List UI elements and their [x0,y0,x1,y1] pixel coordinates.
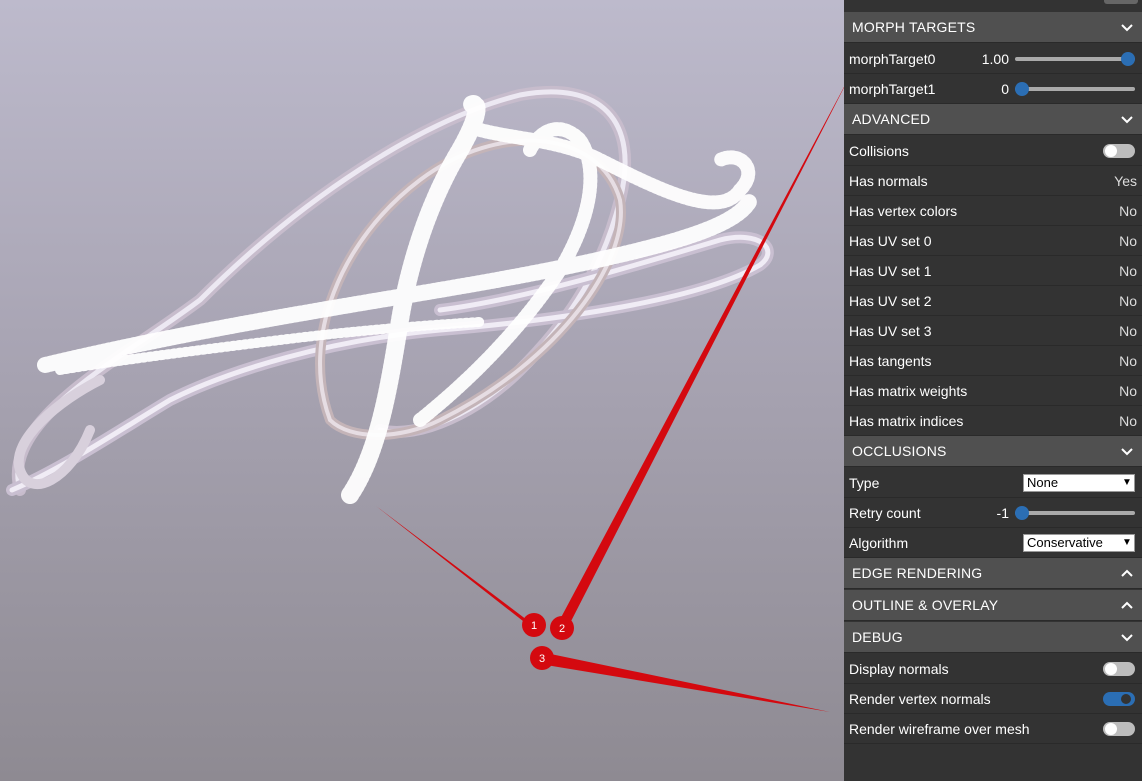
retry-count-label: Retry count [849,504,921,521]
section-title: MORPH TARGETS [852,19,976,35]
prop-row: Has UV set 3 No [844,316,1142,346]
select-value: Conservative [1027,535,1103,550]
section-title: OCCLUSIONS [852,443,947,459]
morph-target-slider[interactable] [1015,81,1135,96]
prop-value: No [1119,262,1137,279]
debug-label: Render vertex normals [849,690,991,707]
prop-row: Has normals Yes [844,166,1142,196]
chevron-up-icon[interactable] [1120,598,1134,612]
morph-target-label: morphTarget1 [849,80,936,97]
debug-row-render-vertex-normals: Render vertex normals [844,684,1142,714]
dropdown-arrow-icon: ▼ [1122,537,1132,548]
debug-row-render-wireframe: Render wireframe over mesh [844,714,1142,744]
algorithm-row: Algorithm Conservative ▼ [844,528,1142,558]
chevron-down-icon[interactable] [1120,630,1134,644]
render-wireframe-toggle[interactable] [1103,721,1135,736]
section-title: DEBUG [852,629,903,645]
3d-viewport[interactable]: 1 2 3 [0,0,844,781]
prop-value: No [1119,202,1137,219]
prop-row: Has UV set 1 No [844,256,1142,286]
section-morph-targets[interactable]: MORPH TARGETS [844,12,1142,43]
occlusion-type-row: Type None ▼ [844,468,1142,498]
morph-target-row-0: morphTarget0 1.00 [844,44,1142,74]
morph-target-value: 1.00 [981,50,1009,67]
collisions-row: Collisions [844,136,1142,166]
retry-count-row: Retry count -1 [844,498,1142,528]
prop-row: Has UV set 0 No [844,226,1142,256]
prop-label: Has vertex colors [849,202,958,219]
occlusion-type-label: Type [849,474,880,491]
occlusion-type-select[interactable]: None ▼ [1023,473,1135,492]
inspector-panel: MORPH TARGETS morphTarget0 1.00 morphTar… [844,0,1142,781]
prop-label: Has matrix weights [849,382,968,399]
prop-label: Has matrix indices [849,412,964,429]
prop-label: Has tangents [849,352,932,369]
debug-label: Display normals [849,660,949,677]
collisions-toggle[interactable] [1103,143,1135,158]
prop-value: Yes [1114,172,1137,189]
debug-row-display-normals: Display normals [844,654,1142,684]
section-debug[interactable]: DEBUG [844,622,1142,653]
prop-label: Has UV set 2 [849,292,932,309]
section-outline-overlay[interactable]: OUTLINE & OVERLAY [844,590,1142,621]
dropdown-arrow-icon: ▼ [1122,477,1132,488]
section-advanced[interactable]: ADVANCED [844,104,1142,135]
chevron-down-icon[interactable] [1120,112,1134,126]
algorithm-label: Algorithm [849,534,909,551]
prop-label: Has UV set 1 [849,262,932,279]
morph-target-row-1: morphTarget1 0 [844,74,1142,104]
slider-thumb[interactable] [1015,81,1029,96]
prop-row: Has matrix weights No [844,376,1142,406]
morph-target-value: 0 [1001,80,1009,97]
chevron-down-icon[interactable] [1120,20,1134,34]
section-title: ADVANCED [852,111,931,127]
prop-value: No [1119,292,1137,309]
algorithm-select[interactable]: Conservative ▼ [1023,533,1135,552]
slider-thumb[interactable] [1121,51,1135,66]
prop-value: No [1119,322,1137,339]
prop-label: Has UV set 0 [849,232,932,249]
slider-thumb[interactable] [1015,505,1029,520]
section-occlusions[interactable]: OCCLUSIONS [844,436,1142,467]
prop-value: No [1119,382,1137,399]
select-value: None [1027,475,1059,490]
morph-target-slider[interactable] [1015,51,1135,66]
retry-count-slider[interactable] [1015,505,1135,520]
debug-label: Render wireframe over mesh [849,720,1030,737]
render-vertex-normals-toggle[interactable] [1103,691,1135,706]
prop-label: Has normals [849,172,928,189]
chevron-up-icon[interactable] [1120,566,1134,580]
display-normals-toggle[interactable] [1103,661,1135,676]
prop-row: Has matrix indices No [844,406,1142,436]
prop-row: Has UV set 2 No [844,286,1142,316]
prop-value: No [1119,352,1137,369]
section-title: OUTLINE & OVERLAY [852,597,999,613]
section-edge-rendering[interactable]: EDGE RENDERING [844,558,1142,589]
mesh-render [6,85,774,504]
morph-target-label: morphTarget0 [849,50,936,67]
prop-row: Has tangents No [844,346,1142,376]
panel-top-stub [844,0,1142,12]
chevron-down-icon[interactable] [1120,444,1134,458]
prop-value: No [1119,232,1137,249]
collisions-label: Collisions [849,142,909,159]
retry-count-value: -1 [996,504,1009,521]
prop-label: Has UV set 3 [849,322,932,339]
prop-row: Has vertex colors No [844,196,1142,226]
prop-value: No [1119,412,1137,429]
section-title: EDGE RENDERING [852,565,983,581]
